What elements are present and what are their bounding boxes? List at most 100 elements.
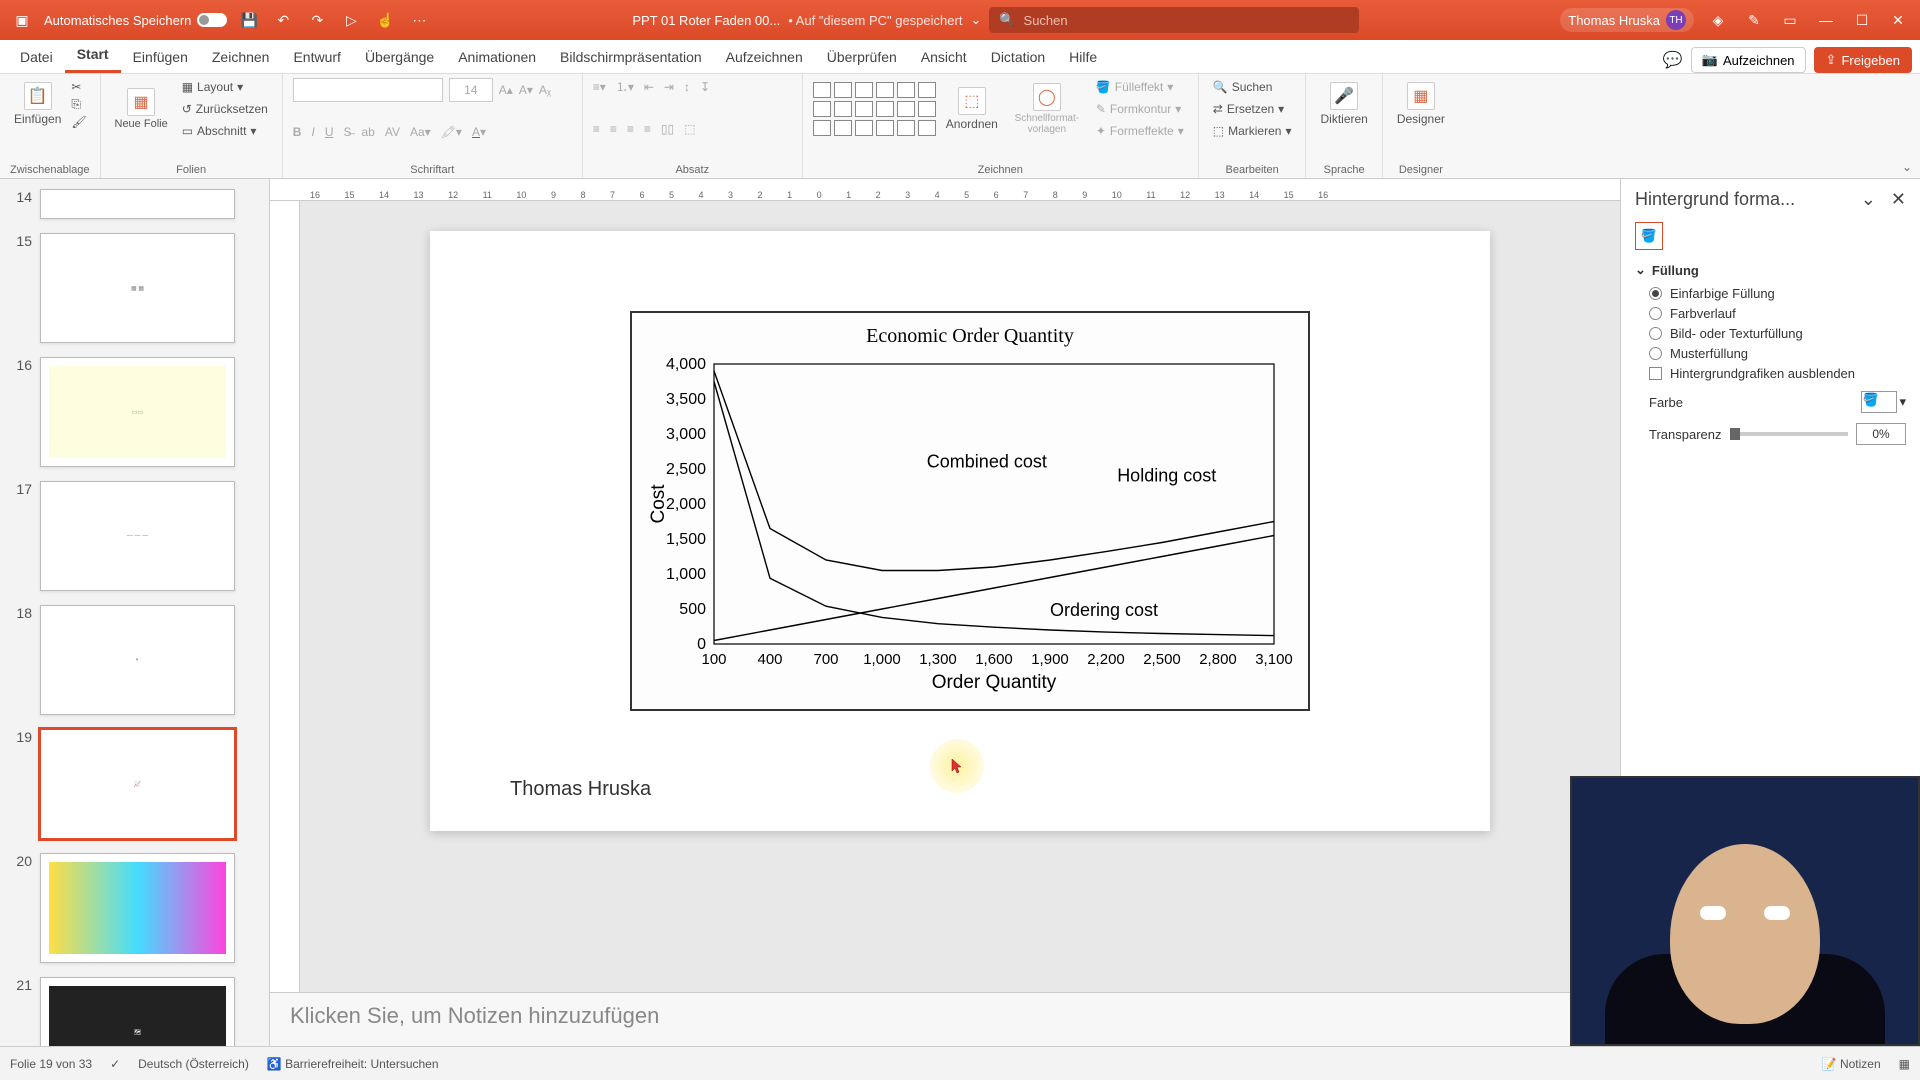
outdent-icon[interactable]: ⇤ (644, 80, 654, 94)
reset-button[interactable]: ↺Zurücksetzen (178, 100, 272, 118)
fill-tab-icon[interactable]: 🪣 (1635, 222, 1663, 250)
touch-icon[interactable]: ☝ (373, 8, 397, 32)
tab-hilfe[interactable]: Hilfe (1057, 41, 1109, 73)
slide-canvas-area[interactable]: Economic Order Quantity 05001,0001,5002,… (300, 201, 1620, 992)
tab-dictation[interactable]: Dictation (979, 41, 1057, 73)
slide-thumb-selected[interactable]: 📈 (40, 729, 235, 839)
tab-ansicht[interactable]: Ansicht (909, 41, 979, 73)
maximize-icon[interactable]: ☐ (1850, 8, 1874, 32)
layout-button[interactable]: ▦Layout▾ (178, 78, 272, 96)
align-left-icon[interactable]: ≡ (593, 122, 600, 136)
save-icon[interactable]: 💾 (237, 8, 261, 32)
close-icon[interactable]: ✕ (1891, 189, 1906, 209)
document-title[interactable]: PPT 01 Roter Faden 00... (632, 13, 780, 28)
redo-icon[interactable]: ↷ (305, 8, 329, 32)
justify-icon[interactable]: ≡ (644, 122, 651, 136)
replace-button[interactable]: ⇄Ersetzen▾ (1209, 100, 1296, 118)
slide-thumb[interactable] (40, 189, 235, 219)
share-button[interactable]: ⇪ Freigeben (1814, 47, 1912, 73)
language-indicator[interactable]: Deutsch (Österreich) (138, 1057, 249, 1071)
chevron-down-icon[interactable]: ⌄ (970, 12, 981, 28)
overflow-icon[interactable]: ⋯ (407, 8, 431, 32)
indent-icon[interactable]: ⇥ (664, 80, 674, 94)
italic-icon[interactable]: I (311, 125, 314, 139)
presenter-icon[interactable]: ▷ (339, 8, 363, 32)
effects-button[interactable]: ✦Formeffekte▾ (1092, 122, 1188, 140)
record-button[interactable]: 📷 Aufzeichnen (1691, 47, 1806, 73)
spacing-icon[interactable]: AV (385, 125, 400, 139)
fill-button[interactable]: 🪣Fülleffekt▾ (1092, 78, 1188, 96)
copy-icon[interactable]: ⎘ (71, 97, 86, 112)
slide-thumb[interactable]: — — — (40, 481, 235, 591)
clear-format-icon[interactable]: Aᵪ (539, 83, 551, 97)
slide-thumb[interactable]: ▦ ▦ (40, 233, 235, 343)
bold-icon[interactable]: B (293, 125, 302, 139)
font-size-select[interactable]: 14 (449, 78, 493, 102)
tab-ueberpruefen[interactable]: Überprüfen (815, 41, 909, 73)
save-location[interactable]: • Auf "diesem PC" gespeichert (788, 13, 962, 28)
numbering-icon[interactable]: ⒈▾ (616, 78, 634, 95)
strikethrough-icon[interactable]: S̶ (343, 125, 351, 139)
case-icon[interactable]: Aa▾ (410, 125, 431, 139)
quickstyles-button[interactable]: ◯ Schnellformat-vorlagen (1008, 79, 1086, 139)
outline-button[interactable]: ✎Formkontur▾ (1092, 100, 1188, 118)
transparency-slider[interactable] (1730, 432, 1849, 436)
align-right-icon[interactable]: ≡ (627, 122, 634, 136)
shapes-gallery[interactable] (813, 82, 936, 136)
normal-view-icon[interactable]: ▦ (1899, 1057, 1910, 1071)
transparency-value[interactable]: 0% (1856, 423, 1906, 445)
tab-aufzeichnen[interactable]: Aufzeichnen (714, 41, 815, 73)
slide-thumb[interactable]: 🗺 (40, 977, 235, 1046)
comments-icon[interactable]: 💬 (1663, 50, 1683, 70)
text-direction-icon[interactable]: ↧ (700, 80, 710, 94)
section-button[interactable]: ▭Abschnitt▾ (178, 122, 272, 140)
chevron-down-icon[interactable]: ▾ (1899, 394, 1906, 410)
minimize-icon[interactable]: — (1814, 8, 1838, 32)
tab-entwurf[interactable]: Entwurf (281, 41, 352, 73)
close-icon[interactable]: ✕ (1886, 8, 1910, 32)
align-center-icon[interactable]: ≡ (610, 122, 617, 136)
dictate-button[interactable]: 🎤 Diktieren (1316, 78, 1371, 130)
checkbox-hide-bg[interactable]: Hintergrundgrafiken ausblenden (1649, 366, 1906, 381)
radio-solid-fill[interactable]: Einfarbige Füllung (1649, 286, 1906, 301)
chevron-down-icon[interactable]: ⌄ (1861, 189, 1876, 209)
radio-pattern-fill[interactable]: Musterfüllung (1649, 346, 1906, 361)
window-icon[interactable]: ▭ (1778, 8, 1802, 32)
accessibility-check[interactable]: ♿ Barrierefreiheit: Untersuchen (267, 1057, 439, 1071)
line-spacing-icon[interactable]: ↕ (684, 80, 690, 94)
slide-thumb[interactable]: ◐ (40, 605, 235, 715)
format-painter-icon[interactable]: 🖌 (71, 115, 86, 129)
toggle-switch-icon[interactable] (197, 13, 227, 27)
tab-animationen[interactable]: Animationen (446, 41, 548, 73)
shadow-icon[interactable]: ab (362, 125, 375, 139)
font-family-select[interactable] (293, 78, 443, 102)
find-button[interactable]: 🔍Suchen (1209, 78, 1296, 96)
tab-uebergaenge[interactable]: Übergänge (353, 41, 446, 73)
increase-font-icon[interactable]: A▴ (499, 83, 513, 97)
fill-section-header[interactable]: ⌄ Füllung (1635, 262, 1906, 278)
tab-bildschirmpraesentation[interactable]: Bildschirmpräsentation (548, 41, 714, 73)
font-color-icon[interactable]: A▾ (472, 125, 486, 139)
slide-thumb[interactable] (40, 853, 235, 963)
slide[interactable]: Economic Order Quantity 05001,0001,5002,… (430, 231, 1490, 831)
smartart-icon[interactable]: ⬚ (684, 122, 695, 136)
arrange-button[interactable]: ⬚ Anordnen (942, 83, 1002, 135)
search-input[interactable]: 🔍 Suchen (989, 7, 1359, 33)
tab-start[interactable]: Start (65, 38, 121, 73)
slide-count[interactable]: Folie 19 von 33 (10, 1057, 92, 1071)
notes-placeholder[interactable]: Klicken Sie, um Notizen hinzuzufügen (270, 992, 1620, 1046)
slide-thumb[interactable]: ▭▭ (40, 357, 235, 467)
diamond-icon[interactable]: ◈ (1706, 8, 1730, 32)
highlight-icon[interactable]: 🖍▾ (441, 125, 462, 139)
tab-datei[interactable]: Datei (8, 41, 65, 73)
decrease-font-icon[interactable]: A▾ (519, 83, 533, 97)
user-account[interactable]: Thomas Hruska TH (1560, 8, 1694, 32)
spellcheck-icon[interactable]: ✓ (110, 1057, 120, 1071)
cut-icon[interactable]: ✂ (71, 80, 86, 94)
color-picker[interactable]: 🪣 (1861, 391, 1897, 413)
bullets-icon[interactable]: ≡▾ (593, 80, 606, 94)
slide-thumbnail-panel[interactable]: 14 15▦ ▦ 16▭▭ 17— — — 18◐ 19📈 20 21🗺 22▯… (0, 179, 270, 1046)
notes-toggle[interactable]: 📝 Notizen (1822, 1057, 1881, 1071)
paste-button[interactable]: 📋 Einfügen (10, 78, 65, 130)
columns-icon[interactable]: ▯▯ (661, 122, 674, 136)
